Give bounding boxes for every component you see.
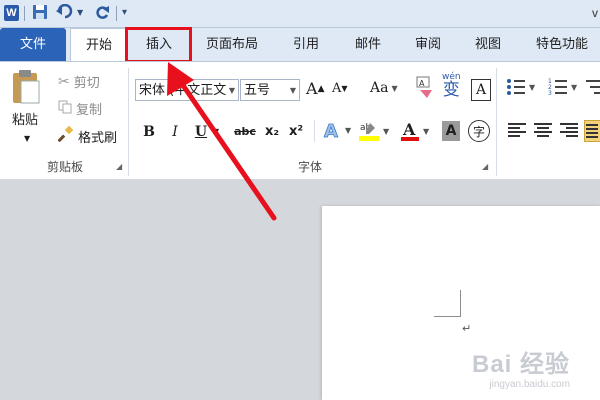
- quick-access-toolbar: W ▼ ▾ v: [0, 0, 600, 28]
- align-left-icon: [508, 123, 526, 137]
- customize-qat-icon[interactable]: ▾: [122, 4, 127, 22]
- align-center-button[interactable]: [534, 122, 552, 138]
- phonetic-guide-button[interactable]: wén 变: [442, 73, 461, 99]
- watermark-main: Bai 经验: [471, 351, 570, 378]
- shrink-font-button[interactable]: A ▼: [332, 81, 348, 96]
- undo-icon[interactable]: [56, 3, 74, 22]
- pinyin-char: 变: [442, 80, 460, 100]
- save-icon[interactable]: [32, 4, 48, 22]
- clipboard-icon: [13, 70, 40, 104]
- enclose-characters-button[interactable]: 字: [468, 120, 490, 142]
- window-title-fragment: v: [592, 6, 598, 20]
- highlight-color-button[interactable]: ab ▼: [358, 120, 389, 142]
- bullets-button[interactable]: ▼: [506, 78, 535, 96]
- qat-separator: [24, 6, 25, 21]
- font-dialog-launcher-icon[interactable]: ◢: [482, 162, 488, 171]
- tab-insert[interactable]: 插入: [128, 28, 190, 61]
- align-center-icon: [534, 123, 552, 137]
- font-color-button[interactable]: A ▼: [400, 120, 429, 142]
- page-margin-corner-mark: [434, 316, 460, 317]
- cut-label: 剪切: [73, 76, 100, 91]
- font-color-icon: A: [401, 120, 419, 141]
- font-size-value: 五号: [244, 83, 271, 98]
- tab-mailings[interactable]: 邮件: [340, 28, 396, 61]
- tab-home[interactable]: 开始: [70, 28, 128, 63]
- copy-button[interactable]: 复制: [58, 99, 102, 118]
- bullet-list-icon: [507, 79, 525, 95]
- subscript-button[interactable]: x₂: [262, 121, 282, 143]
- svg-text:A: A: [402, 120, 416, 139]
- clipboard-group-label: 剪贴板: [46, 160, 83, 174]
- redo-icon[interactable]: [94, 4, 110, 22]
- page-margin-corner-mark: [460, 290, 461, 317]
- ribbon-tab-bar: 文件 开始 插入 页面布局 引用 邮件 审阅 视图 特色功能: [0, 28, 600, 63]
- clear-formatting-button[interactable]: A: [414, 76, 436, 100]
- clipboard-dialog-launcher-icon[interactable]: ◢: [116, 162, 122, 171]
- svg-text:3: 3: [548, 90, 552, 96]
- format-painter-button[interactable]: 格式刷: [57, 125, 118, 146]
- align-left-button[interactable]: [508, 122, 526, 138]
- inline-separator: [314, 120, 315, 142]
- paragraph-mark-icon: ↵: [462, 322, 472, 335]
- group-separator: [496, 68, 497, 176]
- change-case-button[interactable]: Aa ▼: [370, 80, 398, 96]
- format-painter-label: 格式刷: [78, 130, 118, 146]
- underline-button[interactable]: U: [193, 121, 209, 143]
- grow-font-button[interactable]: A ▲: [306, 79, 324, 98]
- font-group-label: 字体: [297, 160, 322, 174]
- underline-dropdown-icon[interactable]: ▼: [211, 121, 221, 143]
- cut-button[interactable]: ✂ 剪切: [58, 72, 100, 92]
- group-separator: [128, 68, 129, 176]
- multilevel-list-button[interactable]: [586, 78, 600, 96]
- superscript-button[interactable]: x²: [286, 121, 306, 143]
- chevron-down-icon: ▼: [289, 86, 296, 95]
- paste-button[interactable]: [10, 68, 46, 108]
- tab-view[interactable]: 视图: [460, 28, 516, 61]
- svg-text:A: A: [419, 79, 425, 88]
- tab-file[interactable]: 文件: [0, 28, 66, 61]
- highlighter-icon: ab: [359, 123, 379, 141]
- watermark-sub: jingyan.baidu.com: [489, 379, 570, 390]
- word-logo-icon: W: [4, 5, 19, 21]
- numbered-list-icon: 123: [548, 78, 567, 96]
- copy-label: 复制: [76, 103, 103, 118]
- paste-label[interactable]: 粘贴: [12, 109, 38, 128]
- bold-button[interactable]: B: [140, 121, 158, 143]
- italic-button[interactable]: I: [166, 121, 184, 143]
- tab-review[interactable]: 审阅: [400, 28, 456, 61]
- strikethrough-button[interactable]: abc: [230, 121, 260, 143]
- justify-icon: [586, 124, 598, 138]
- text-effects-icon: A: [324, 121, 339, 140]
- tab-special-features[interactable]: 特色功能: [524, 28, 600, 61]
- character-shading-button[interactable]: A: [442, 121, 460, 141]
- character-border-button[interactable]: A: [471, 79, 491, 101]
- align-right-icon: [560, 123, 578, 137]
- chevron-down-icon: ▼: [228, 86, 235, 95]
- font-size-combo[interactable]: 五号 ▼: [240, 79, 300, 101]
- change-case-label: Aa: [370, 80, 389, 96]
- paste-dropdown-icon[interactable]: ▼: [24, 134, 30, 143]
- numbering-button[interactable]: 1 2 3 ▼: [548, 78, 577, 96]
- text-effects-button[interactable]: A ▼: [322, 120, 352, 140]
- undo-dropdown-icon[interactable]: ▼: [77, 4, 83, 22]
- justify-button[interactable]: [584, 120, 600, 142]
- paintbrush-icon: [57, 125, 74, 146]
- font-name-combo[interactable]: 宋体 (中文正文 ▼: [135, 79, 239, 101]
- scissors-icon: ✂: [58, 73, 70, 90]
- font-name-value: 宋体 (中文正文: [139, 83, 227, 98]
- ribbon-panel: 粘贴 ▼ ✂ 剪切 复制 格式刷 剪贴板 ◢ 宋体 (中文正文 ▼ 五号 ▼ A…: [0, 61, 600, 180]
- svg-text:A: A: [324, 121, 338, 140]
- copy-icon: [58, 100, 72, 118]
- multilevel-list-icon: [586, 80, 600, 94]
- baidu-watermark: Bai 经验 jingyan.baidu.com: [472, 344, 570, 390]
- qat-separator: [116, 6, 117, 21]
- align-right-button[interactable]: [560, 122, 578, 138]
- tab-page-layout[interactable]: 页面布局: [196, 28, 268, 61]
- clear-formatting-icon: A: [416, 76, 432, 98]
- tab-references[interactable]: 引用: [278, 28, 334, 61]
